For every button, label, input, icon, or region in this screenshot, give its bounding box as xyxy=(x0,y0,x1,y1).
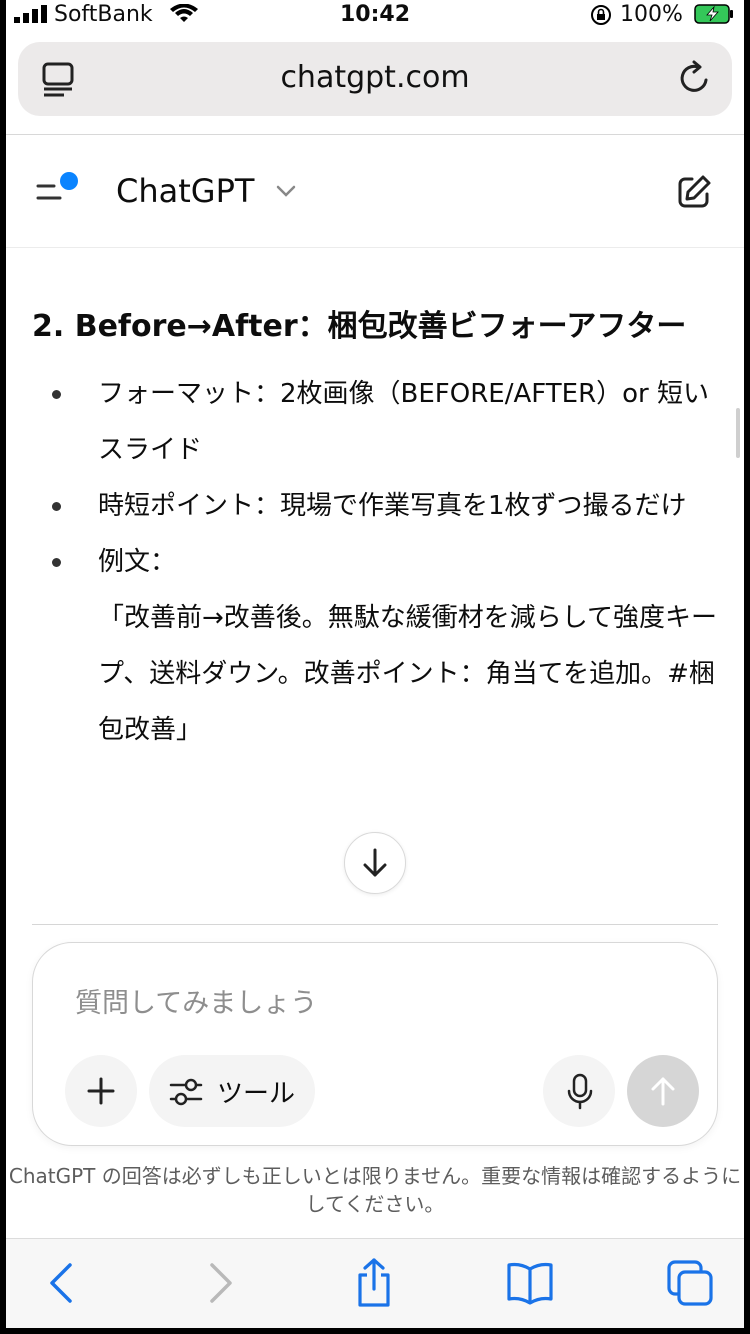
battery-icon xyxy=(694,4,733,24)
chat-header: ChatGPT xyxy=(6,136,744,246)
plus-icon xyxy=(87,1077,115,1105)
assistant-message: 2. Before→After：梱包改善ビフォーアフター フォーマット：2枚画像… xyxy=(32,300,722,758)
example-quote: 「改善前→改善後。無駄な緩衝材を減らして強度キープ、送料ダウン。改善ポイント：角… xyxy=(98,603,718,745)
tools-label: ツール xyxy=(217,1079,296,1109)
microphone-icon xyxy=(567,1073,593,1110)
list-item: 例文： 「改善前→改善後。無駄な緩衝材を減らして強度キープ、送料ダウン。改善ポイ… xyxy=(32,534,722,758)
address-bar[interactable]: chatgpt.com xyxy=(18,42,732,116)
message-composer[interactable]: 質問してみましょう ツール xyxy=(32,942,718,1146)
battery-percent: 100% xyxy=(620,2,683,27)
chevron-down-icon[interactable] xyxy=(276,184,296,198)
disclaimer-text: ChatGPT の回答は必ずしも正しいとは限りません。重要な情報は確認するように… xyxy=(8,1164,742,1216)
bullet-list: フォーマット：2枚画像（BEFORE/AFTER）or 短いスライド 時短ポイン… xyxy=(32,366,722,758)
tools-button[interactable]: ツール xyxy=(149,1055,315,1127)
divider xyxy=(6,134,744,135)
list-item: 時短ポイント：現場で作業写真を1枚ずつ撮るだけ xyxy=(32,478,722,534)
divider xyxy=(32,924,718,925)
screen: SoftBank 10:42 100% chatgpt.com ChatGPT … xyxy=(6,0,744,1328)
arrow-down-icon xyxy=(363,848,387,877)
forward-icon[interactable] xyxy=(206,1261,236,1305)
share-icon[interactable] xyxy=(354,1257,394,1309)
new-chat-icon[interactable] xyxy=(676,174,712,210)
voice-input-button[interactable] xyxy=(543,1055,615,1127)
sidebar-menu-icon[interactable] xyxy=(36,172,84,212)
sliders-icon xyxy=(169,1078,203,1106)
scroll-to-bottom-button[interactable] xyxy=(344,832,406,894)
url-text[interactable]: chatgpt.com xyxy=(18,60,732,95)
attach-button[interactable] xyxy=(65,1055,137,1127)
back-icon[interactable] xyxy=(46,1261,76,1305)
list-item: フォーマット：2枚画像（BEFORE/AFTER）or 短いスライド xyxy=(32,366,722,478)
browser-toolbar xyxy=(6,1238,744,1328)
status-bar: SoftBank 10:42 100% xyxy=(6,0,744,30)
list-item-text: フォーマット：2枚画像（BEFORE/AFTER）or 短いスライド xyxy=(98,379,710,465)
bookmarks-icon[interactable] xyxy=(506,1261,554,1305)
section-heading: 2. Before→After：梱包改善ビフォーアフター xyxy=(32,309,687,344)
tabs-icon[interactable] xyxy=(666,1259,714,1307)
model-selector-title[interactable]: ChatGPT xyxy=(116,172,254,210)
list-item-text: 時短ポイント：現場で作業写真を1枚ずつ撮るだけ xyxy=(98,491,687,521)
orientation-lock-icon xyxy=(591,5,611,25)
reload-icon[interactable] xyxy=(678,60,712,96)
message-input[interactable]: 質問してみましょう xyxy=(75,981,317,1020)
scrollbar[interactable] xyxy=(736,408,740,458)
list-item-text: 例文： xyxy=(98,547,177,577)
send-button[interactable] xyxy=(627,1055,699,1127)
divider xyxy=(6,247,744,248)
arrow-up-icon xyxy=(651,1077,675,1106)
